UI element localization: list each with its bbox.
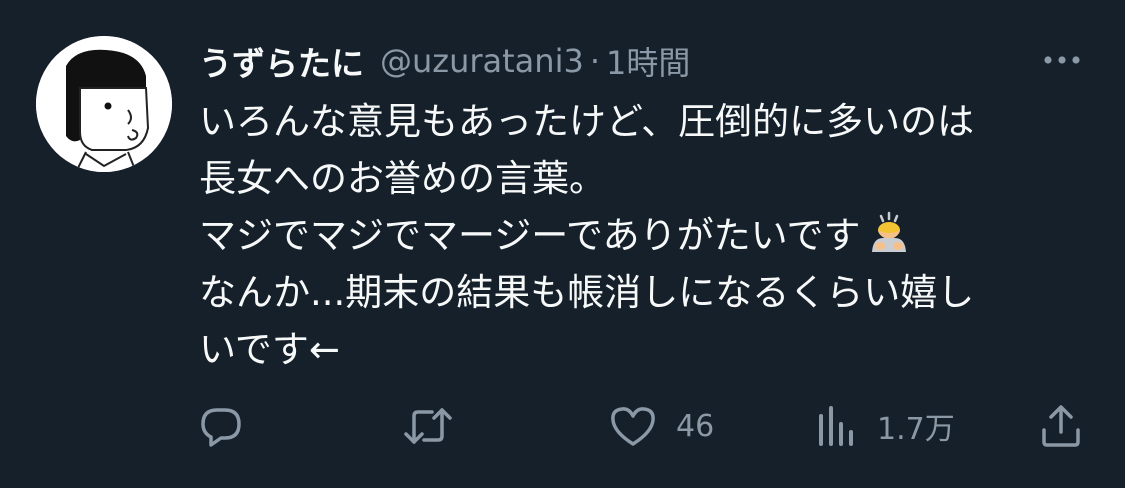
more-options-icon[interactable] [1040,46,1084,74]
tweet-card: うずらたに @uzuratani3 · 1時間 いろんな意見もあったけど、圧倒的… [0,0,1125,488]
avatar-illustration [36,36,172,172]
retweet-button[interactable] [402,396,454,456]
person-bowing-emoji [867,210,911,270]
view-count: 1.7万 [877,412,955,447]
display-name[interactable]: うずらたに [199,37,364,85]
reply-button[interactable] [197,396,245,456]
share-button[interactable] [1037,396,1085,456]
views-icon [819,406,853,446]
tweet-text-line: 長女へのお誉めの言葉。 [199,157,606,200]
like-count: 46 [676,408,715,444]
like-button[interactable]: 46 [608,396,714,456]
reply-icon [201,408,241,447]
views-button[interactable]: 1.7万 [815,396,955,456]
avatar[interactable] [36,36,172,172]
tweet-header: うずらたに @uzuratani3 · 1時間 [199,36,690,86]
tweet-text-line-content: マジでマジでマージーでありがたいです [199,214,861,257]
retweet-icon [404,408,452,444]
tweet-text-line: いろんな意見もあったけど、圧倒的に多いのは [199,100,975,143]
tweet-text: いろんな意見もあったけど、圧倒的に多いのは 長女へのお誉めの言葉。 マジでマジで… [199,93,1099,378]
tweet-text-line: なんか...期末の結果も帳消しになるくらい嬉し [199,271,975,314]
tweet-text-line: マジでマジでマージーでありがたいです [199,207,1099,264]
separator-dot: · [589,42,600,80]
user-handle[interactable]: @uzuratani3 [380,42,584,80]
heart-icon [611,407,655,446]
timestamp[interactable]: 1時間 [606,38,690,84]
tweet-text-line: いです← [199,328,340,371]
share-icon [1042,405,1080,447]
action-bar: 46 1.7万 [0,396,1125,456]
